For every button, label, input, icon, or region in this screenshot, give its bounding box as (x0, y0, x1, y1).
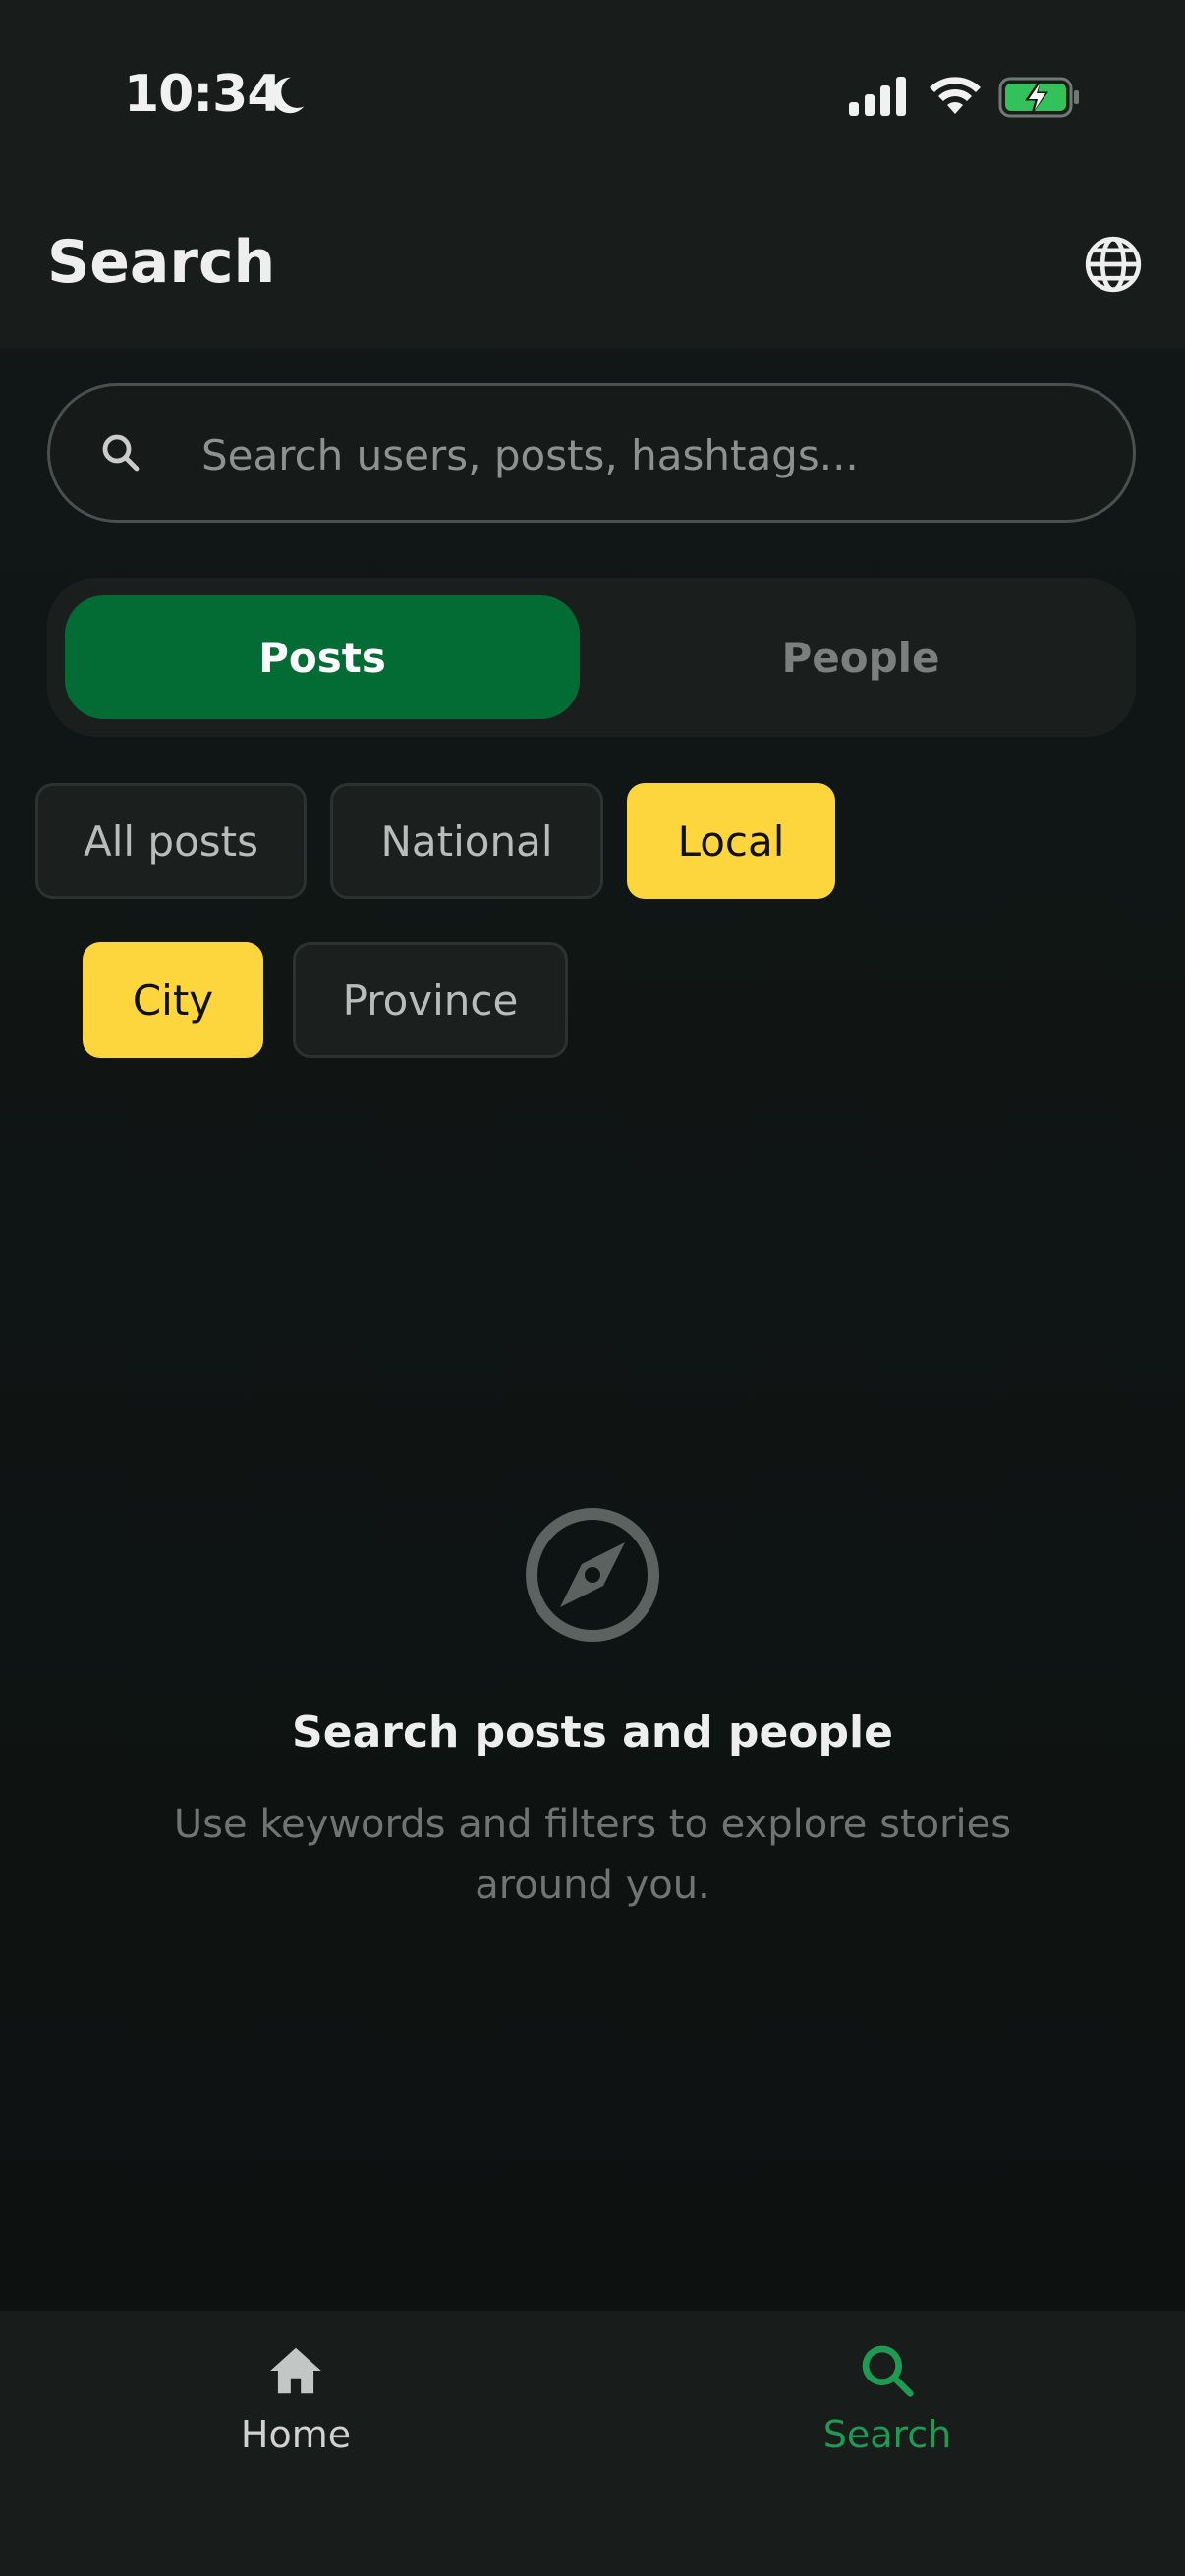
top-bar: 10:34 Search (0, 0, 1185, 348)
filter-chip-city[interactable]: City (83, 942, 263, 1058)
status-time: 10:34 (124, 65, 283, 124)
search-input[interactable] (199, 410, 1088, 500)
filter-chip-province[interactable]: Province (293, 942, 568, 1058)
content-type-toggle: Posts People (47, 578, 1136, 737)
compass-icon (526, 1508, 659, 1642)
moon-icon (271, 77, 305, 114)
filter-chip-local[interactable]: Local (627, 783, 835, 899)
tab-posts[interactable]: Posts (65, 595, 580, 719)
cellular-signal-icon (849, 77, 906, 116)
wifi-icon (930, 77, 981, 114)
empty-state-text: Use keywords and filters to explore stor… (173, 1802, 1012, 1908)
empty-state-title: Search posts and people (292, 1708, 893, 1758)
search-icon (102, 434, 140, 472)
search-icon (862, 2345, 914, 2397)
bottom-navigation: Home Search (0, 2311, 1185, 2576)
tab-people[interactable]: People (603, 595, 1118, 719)
language-button[interactable] (1081, 232, 1146, 297)
nav-label-search: Search (822, 2413, 952, 2456)
nav-item-search[interactable]: Search (769, 2340, 1005, 2478)
nav-label-home: Home (240, 2413, 352, 2456)
home-icon (270, 2347, 321, 2394)
nav-item-home[interactable]: Home (178, 2340, 414, 2478)
search-screen: 10:34 Search Search users, posts, hashta… (0, 0, 1185, 2576)
page-title: Search (47, 228, 276, 297)
battery-charging-icon (998, 77, 1079, 118)
search-field[interactable] (47, 383, 1136, 523)
filter-chip-national[interactable]: National (330, 783, 603, 899)
globe-icon (1085, 236, 1142, 293)
filter-chip-all-posts[interactable]: All posts (35, 783, 307, 899)
